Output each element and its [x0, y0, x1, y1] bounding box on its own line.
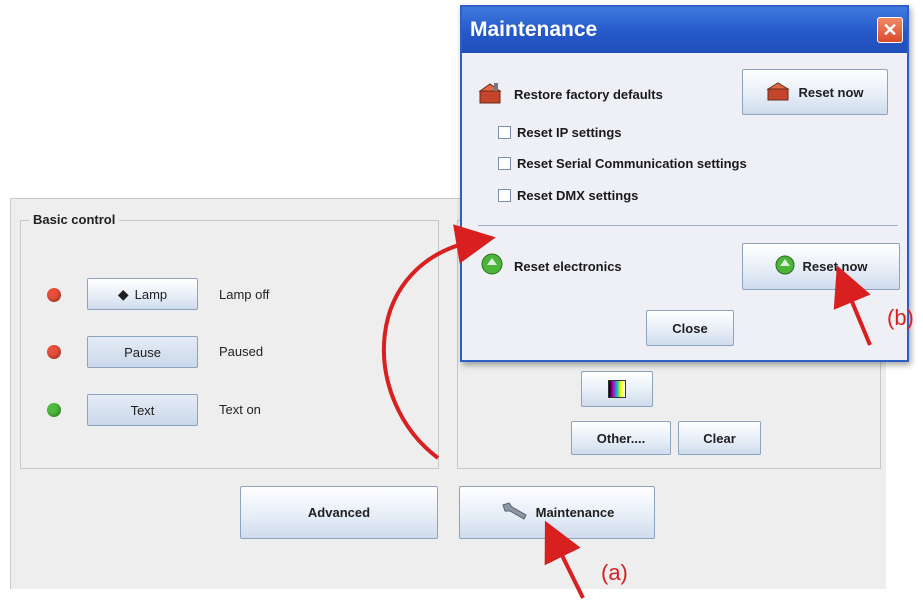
reset-serial-checkbox-row[interactable]: Reset Serial Communication settings [498, 156, 747, 171]
recycle-icon [480, 252, 504, 279]
annotation-b: (b) [887, 305, 914, 330]
color-bars-icon [608, 380, 626, 398]
dialog-divider [478, 225, 898, 226]
reset-ip-checkbox[interactable] [498, 126, 511, 139]
dialog-titlebar[interactable]: Maintenance ✕ [462, 7, 907, 53]
text-status-led [47, 403, 61, 417]
basic-control-title: Basic control [29, 212, 120, 227]
close-icon[interactable]: ✕ [877, 17, 903, 43]
text-status-text: Text on [219, 402, 261, 417]
test-pattern-button[interactable] [581, 371, 653, 407]
pause-button[interactable]: Pause [87, 336, 198, 368]
advanced-button[interactable]: Advanced [240, 486, 438, 539]
other-button[interactable]: Other.... [571, 421, 671, 455]
factory-icon-small [766, 80, 792, 105]
lamp-icon: ◆ [117, 285, 129, 302]
lamp-button[interactable]: ◆ Lamp [87, 278, 198, 310]
reset-electronics-button[interactable]: Reset now [742, 243, 900, 290]
factory-icon [478, 81, 504, 108]
reset-ip-checkbox-row[interactable]: Reset IP settings [498, 125, 622, 140]
text-button[interactable]: Text [87, 394, 198, 426]
reset-electronics-label: Reset electronics [514, 259, 622, 274]
wrench-icon [500, 500, 530, 525]
pause-status-text: Paused [219, 344, 264, 359]
close-button[interactable]: Close [646, 310, 734, 346]
dialog-title: Maintenance [470, 18, 598, 41]
maintenance-dialog: Maintenance ✕ Restore factory defaults R… [460, 5, 909, 362]
lamp-status-text: Lamp off [219, 287, 270, 302]
reset-dmx-checkbox[interactable] [498, 189, 511, 202]
pause-status-led [47, 345, 61, 359]
reset-defaults-button[interactable]: Reset now [742, 69, 888, 115]
maintenance-button[interactable]: Maintenance [459, 486, 655, 539]
clear-button[interactable]: Clear [678, 421, 761, 455]
restore-defaults-label: Restore factory defaults [514, 87, 663, 102]
lamp-status-led [47, 288, 61, 302]
reset-serial-checkbox[interactable] [498, 157, 511, 170]
reset-dmx-checkbox-row[interactable]: Reset DMX settings [498, 188, 638, 203]
annotation-a: (a) [601, 560, 628, 585]
recycle-icon-small [774, 254, 796, 279]
